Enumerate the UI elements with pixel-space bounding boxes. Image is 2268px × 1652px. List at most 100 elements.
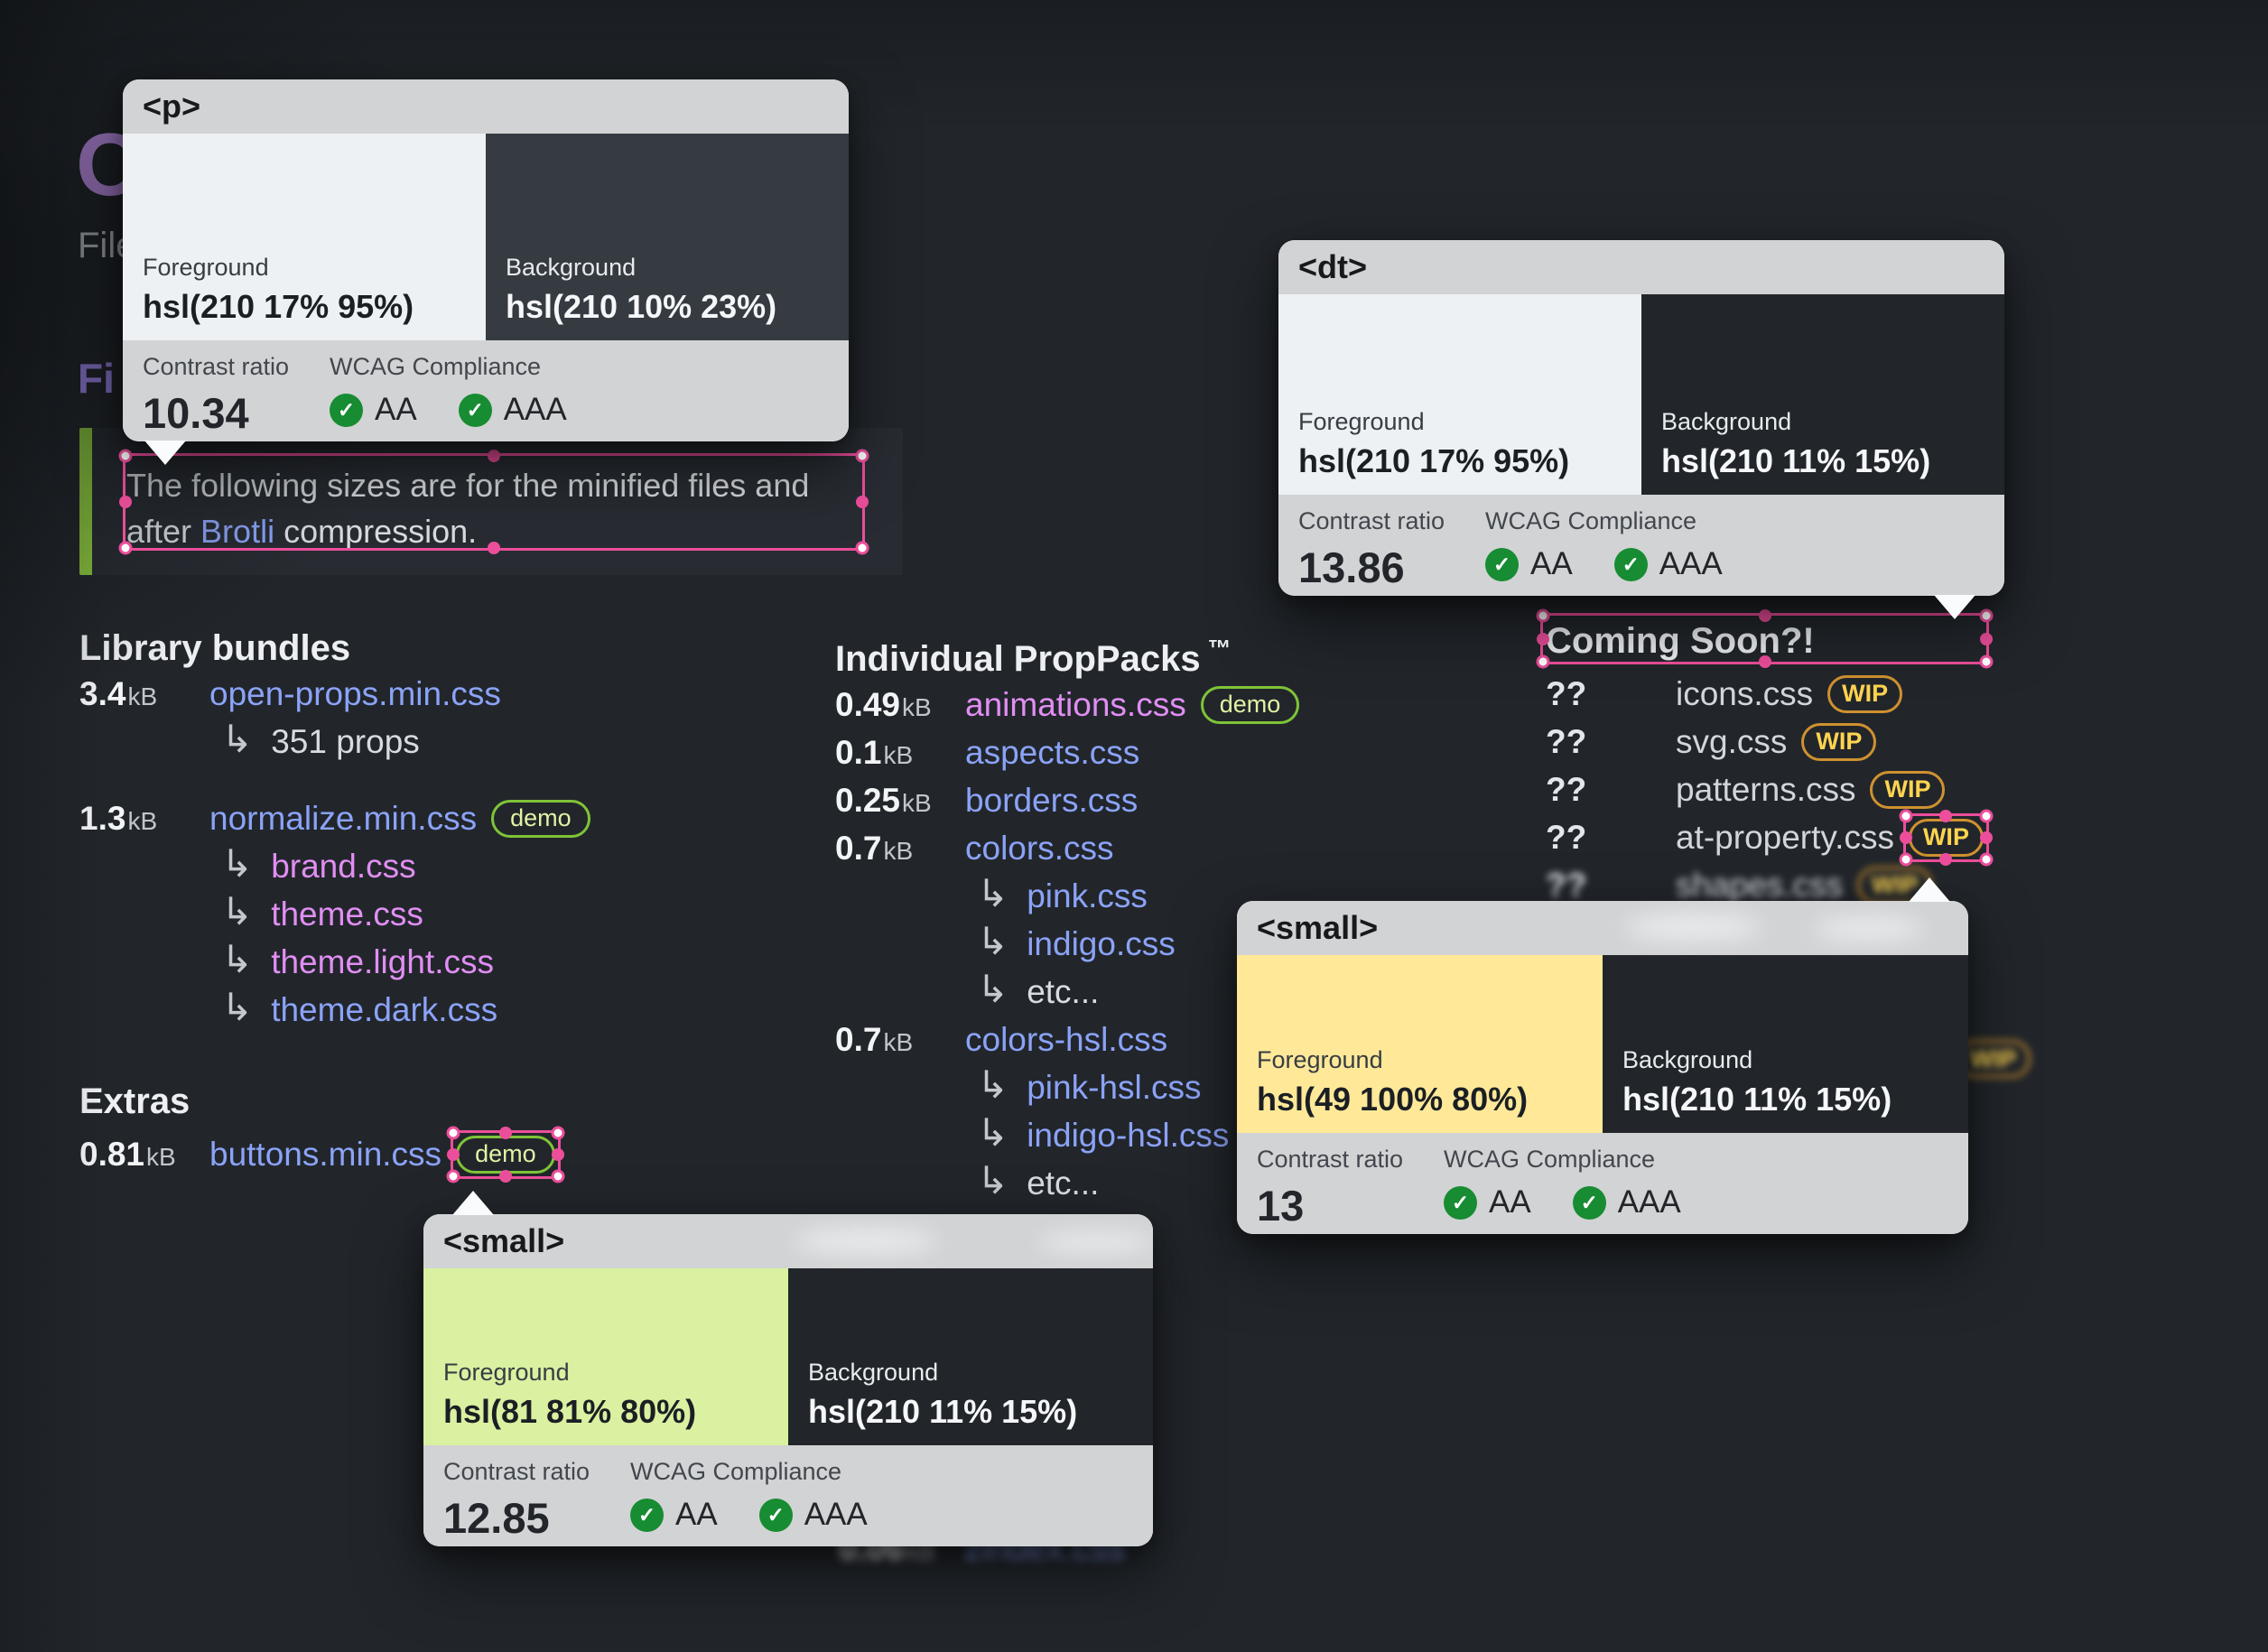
file-link-theme[interactable]: theme.css [271,896,423,933]
sub-arrow-icon: ↳ [977,920,1009,962]
contrast-ratio-value: 13 [1257,1182,1305,1230]
file-link-pink-hsl[interactable]: pink-hsl.css [1027,1069,1201,1107]
sub-arrow-icon: ↳ [221,986,254,1028]
selection-handle [551,1169,565,1183]
sub-arrow-icon: ↳ [977,1111,1009,1154]
swatch-pair: Foreground hsl(210 17% 95%) Background h… [1278,294,2004,495]
file-link-indigo-hsl[interactable]: indigo-hsl.css [1027,1117,1229,1155]
file-row: 1.3kB normalize.min.css demo [79,794,590,842]
etc-label: etc... [1027,972,1100,1010]
background-label: Background [1661,408,1792,435]
tooltip-footer: Contrast ratio 13 WCAG Compliance ✓ AA ✓ A… [1237,1133,1968,1234]
extras-heading: Extras [79,1081,191,1121]
file-link-pink[interactable]: pink.css [1027,877,1148,915]
contrast-ratio-value: 13.86 [1298,543,1405,591]
contrast-ratio-label: Contrast ratio [1257,1146,1404,1173]
demo-badge[interactable]: demo [446,1126,565,1183]
file-label-shapes: shapes.css [1676,866,1844,904]
file-link-borders[interactable]: borders.css [965,782,1138,820]
file-link-aspects[interactable]: aspects.css [965,734,1139,772]
note-line1: The following sizes are for the minified… [126,467,810,504]
file-link-theme-dark[interactable]: theme.dark.css [271,991,497,1029]
contrast-tooltip-small-yellow: <small> Foreground hsl(49 100% 80%) Back… [1237,877,1968,1234]
demo-badge[interactable]: demo [491,799,590,838]
foreground-label: Foreground [1257,1046,1383,1073]
background-label: Background [506,254,637,281]
file-size: 0.81kB [79,1135,176,1173]
wcag-aa-badge: ✓ AA [630,1497,718,1533]
background-swatch: Background hsl(210 10% 23%) [486,134,849,340]
file-row: ?? at-property.css WIP [1546,809,1994,866]
background-swatch: Background hsl(210 11% 15%) [1641,294,2004,495]
swatch-pair: Foreground hsl(210 17% 95%) Background h… [123,134,849,340]
proppacks-section: Individual PropPacks ™ 0.49kB animations.… [835,626,1300,1207]
wip-badge: WIP [1870,770,1946,809]
file-link-theme-light[interactable]: theme.light.css [271,943,494,981]
tooltip-caret-icon [1909,877,1950,902]
background-label: Background [808,1359,939,1386]
tooltip-caret-icon [1934,595,1975,619]
extras-section: Extras 0.81kB buttons.min.css demo [79,1080,565,1183]
demo-badge[interactable]: demo [1200,685,1300,724]
etc-label: etc... [1027,1164,1100,1202]
swatch-pair: Foreground hsl(81 81% 80%) Background hs… [423,1268,1153,1445]
sub-row: ↳ indigo-hsl.css [835,1111,1299,1159]
wcag-compliance-label: WCAG Compliance [330,353,542,380]
tooltip-header: <small> [423,1214,1153,1268]
blur-artifact [1037,1232,1153,1252]
wcag-compliance-label: WCAG Compliance [1485,507,1697,534]
check-icon: ✓ [330,393,363,427]
coming-soon-heading: Coming Soon?! [1546,621,1815,661]
unknown-size: ?? [1546,818,1587,856]
file-link-colors-hsl[interactable]: colors-hsl.css [965,1021,1167,1059]
section-heading-fragment: Fi [78,355,115,402]
wcag-aaa-badge: ✓ AAA [1572,1184,1681,1220]
selection-handle [446,1126,460,1139]
file-label-icons: icons.css [1676,674,1814,712]
selection-handle [1980,632,1993,645]
file-link-normalize[interactable]: normalize.min.css [209,800,477,838]
selection-handle [1979,608,1994,623]
wcag-aa-badge: ✓ AA [1444,1184,1531,1220]
file-label-at-property: at-property.css [1676,818,1894,856]
wcag-aa-badge: ✓ AA [330,392,417,428]
foreground-label: Foreground [143,254,269,281]
selection-handle [447,1147,460,1161]
file-row: ?? svg.css WIP [1546,718,1984,766]
check-icon: ✓ [630,1498,664,1532]
file-row: 0.49kB animations.css demo [835,681,1300,729]
file-row: 3.4kB open-props.min.css [79,670,590,718]
wip-badge: WIP [1827,674,1903,713]
file-link-animations[interactable]: animations.css [965,686,1186,724]
tooltip-header: <small> [1237,901,1968,955]
file-size: 3.4kB [79,674,158,712]
file-link-colors[interactable]: colors.css [965,830,1113,868]
file-size: 0.25kB [835,781,932,819]
file-size: 0.7kB [835,829,914,867]
foreground-value: hsl(49 100% 80%) [1257,1081,1529,1118]
file-link-indigo[interactable]: indigo.css [1027,925,1176,963]
props-count: 351 props [271,722,420,760]
library-bundles-section: Library bundles 3.4kB open-props.min.css… [79,626,590,1034]
note-line2-end: compression. [274,513,478,550]
brotli-link[interactable]: Brotli [200,513,274,550]
foreground-swatch: Foreground hsl(49 100% 80%) [1237,955,1603,1133]
background-swatch: Background hsl(210 11% 15%) [1603,955,1968,1133]
contrast-ratio-value: 12.85 [443,1494,550,1542]
foreground-value: hsl(81 81% 80%) [443,1393,697,1430]
unknown-size: ?? [1546,722,1587,760]
file-label-patterns: patterns.css [1676,770,1856,808]
file-link-brand[interactable]: brand.css [271,848,415,886]
tooltip-footer: Contrast ratio 12.85 WCAG Compliance ✓ AA… [423,1445,1153,1546]
file-link-buttons[interactable]: buttons.min.css [209,1136,442,1174]
file-link-open-props[interactable]: open-props.min.css [209,675,501,713]
wcag-aaa-badge: ✓ AAA [758,1497,868,1533]
tooltip-footer: Contrast ratio 10.34 WCAG Compliance ✓ AA… [123,340,849,441]
sub-arrow-icon: ↳ [221,938,254,980]
file-row: 0.7kB colors-hsl.css [835,1016,1299,1063]
file-row: 0.81kB buttons.min.css demo [79,1126,565,1183]
file-size: 0.7kB [835,1020,914,1058]
unknown-size: ?? [1546,674,1587,712]
proppacks-heading: Individual PropPacks ™ [835,635,1232,679]
foreground-swatch: Foreground hsl(81 81% 80%) [423,1268,788,1445]
